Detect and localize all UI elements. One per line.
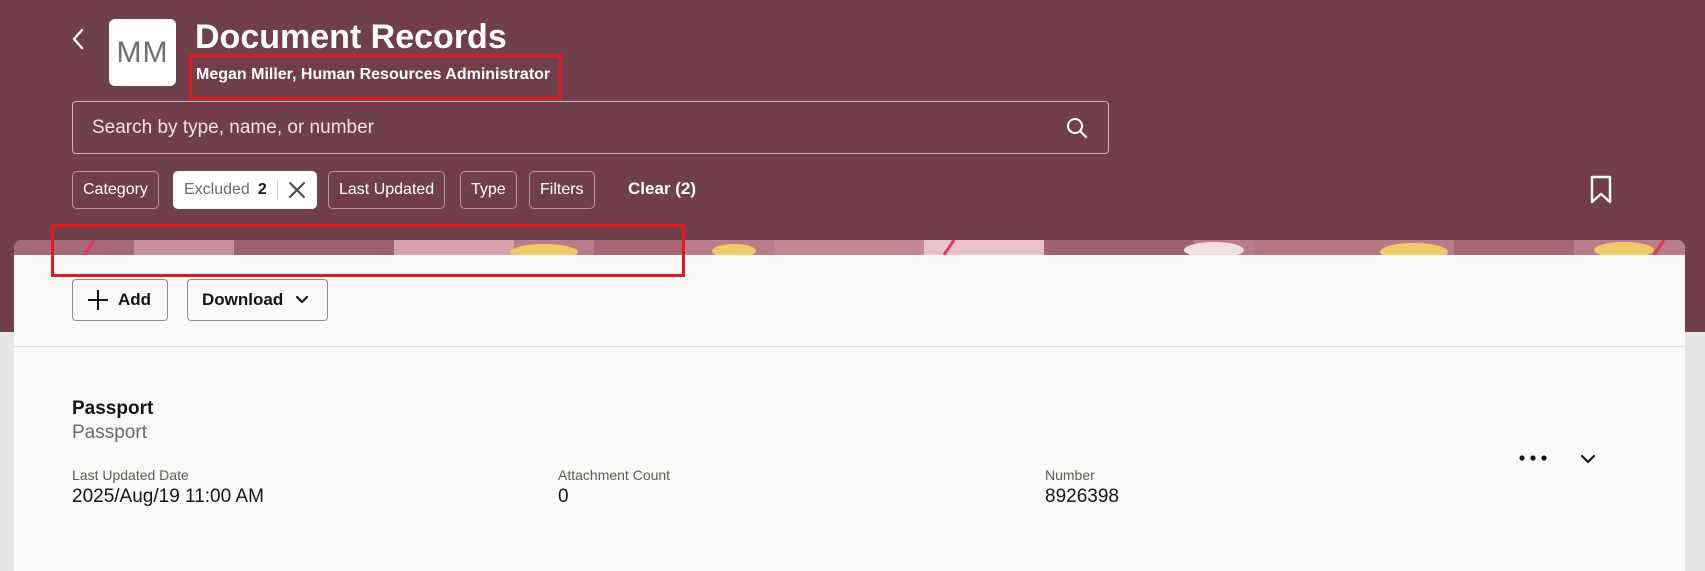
field-value-last-updated: 2025/Aug/19 11:00 AM: [72, 486, 264, 507]
page-background-right: [1685, 332, 1705, 571]
chip-count: 2: [257, 181, 267, 198]
expand-row-button[interactable]: [1575, 447, 1601, 471]
field-label-last-updated: Last Updated Date: [72, 467, 189, 483]
filter-chip-filters[interactable]: Filters: [529, 171, 595, 209]
filter-chip-last-updated[interactable]: Last Updated: [328, 171, 446, 209]
filter-chip-category[interactable]: Category: [72, 171, 159, 209]
avatar: MM: [109, 19, 176, 86]
field-value-attachment-count: 0: [558, 486, 569, 507]
card-divider: [14, 346, 1685, 347]
field-label-attachment-count: Attachment Count: [558, 467, 671, 483]
more-actions-button[interactable]: [1517, 446, 1549, 470]
page-title: Document Records: [195, 18, 507, 56]
page-subtitle: Megan Miller, Human Resources Administra…: [196, 66, 551, 83]
field-label-number: Number: [1045, 467, 1095, 483]
records-card: Add Download Passport Passport Last Upda…: [14, 240, 1685, 571]
download-button[interactable]: Download: [187, 279, 328, 321]
add-button[interactable]: Add: [72, 279, 168, 321]
chip-label: Excluded: [184, 181, 250, 198]
chip-separator: [276, 180, 278, 200]
chip-label: Last Updated: [339, 181, 435, 198]
chip-label: Filters: [540, 181, 584, 198]
decorative-banner: [14, 240, 1685, 255]
chevron-down-icon: [1580, 454, 1596, 464]
close-icon[interactable]: [288, 181, 306, 199]
more-icon: [1519, 455, 1547, 461]
add-button-label: Add: [118, 290, 152, 309]
search-input[interactable]: [92, 116, 1065, 139]
clear-filters-button[interactable]: Clear (2): [628, 179, 696, 199]
chevron-down-icon: [295, 295, 309, 305]
search-bar: [72, 101, 1109, 154]
record-subtitle: Passport: [72, 422, 147, 443]
filter-chip-excluded[interactable]: Excluded 2: [173, 171, 317, 209]
back-button[interactable]: [66, 26, 90, 56]
download-button-label: Download: [202, 290, 284, 309]
chip-label: Type: [471, 181, 506, 198]
page-background-left: [0, 332, 14, 571]
plus-icon: [87, 289, 109, 311]
record-title[interactable]: Passport: [72, 398, 153, 420]
filter-chip-type[interactable]: Type: [460, 171, 517, 209]
search-icon[interactable]: [1065, 116, 1089, 140]
chevron-left-icon: [71, 28, 85, 55]
bookmark-icon[interactable]: [1589, 175, 1613, 205]
chip-label: Category: [83, 181, 148, 198]
avatar-initials: MM: [116, 35, 169, 69]
field-value-number: 8926398: [1045, 486, 1119, 507]
